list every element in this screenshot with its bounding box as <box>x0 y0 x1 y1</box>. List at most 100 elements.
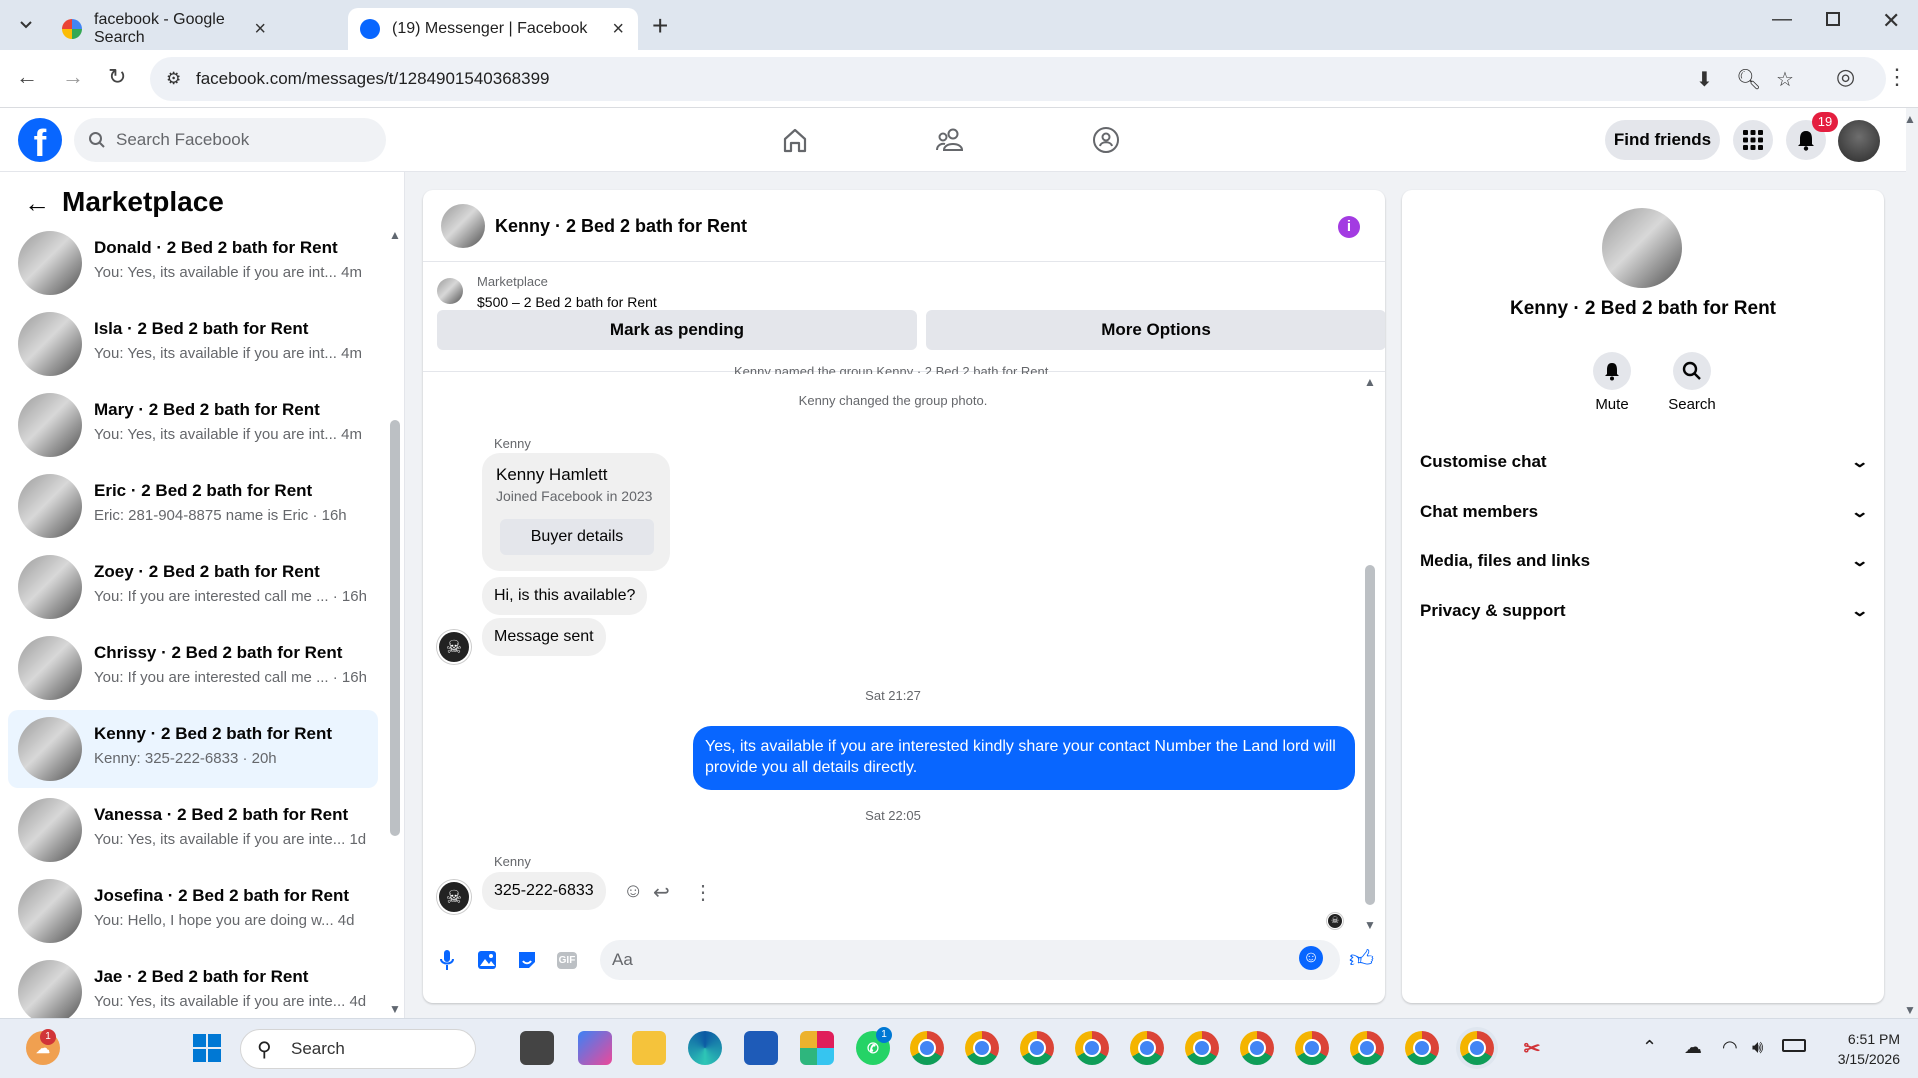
conversation-item[interactable]: Josefina · 2 Bed 2 bath for Rent You: Hel… <box>8 872 378 950</box>
system-clock[interactable]: 6:51 PM 3/15/2026 <box>1830 1029 1900 1069</box>
scroll-up-icon[interactable]: ▲ <box>1364 375 1376 389</box>
page-scroll-down-icon[interactable]: ▼ <box>1904 1003 1916 1017</box>
message-input[interactable]: Aa <box>600 940 1340 980</box>
omnibox[interactable]: ⚙ facebook.com/messages/t/12849015403683… <box>150 57 1886 101</box>
minimize-button[interactable]: — <box>1772 8 1792 31</box>
chat-scrollbar[interactable] <box>1365 565 1375 905</box>
nav-home[interactable] <box>775 122 815 158</box>
conversation-item[interactable]: Kenny · 2 Bed 2 bath for Rent Kenny: 325-… <box>8 710 378 788</box>
info-icon[interactable]: i <box>1338 216 1360 238</box>
conversation-item[interactable]: Zoey · 2 Bed 2 bath for Rent You: If you … <box>8 548 378 626</box>
back-icon[interactable]: ← <box>16 64 38 90</box>
chat-title[interactable]: Kenny · 2 Bed 2 bath for Rent <box>495 216 747 237</box>
conversation-item[interactable]: Eric · 2 Bed 2 bath for Rent Eric: 281-90… <box>8 467 378 545</box>
back-arrow-icon[interactable]: ← <box>24 188 50 219</box>
snipping-tool-icon[interactable]: ✂ <box>1515 1031 1549 1065</box>
find-friends-button[interactable]: Find friends <box>1605 120 1720 160</box>
taskbar-search[interactable]: ⚲ Search <box>240 1029 476 1069</box>
store-icon[interactable] <box>744 1031 778 1065</box>
chat-avatar[interactable] <box>441 204 485 248</box>
nav-friends[interactable] <box>930 122 970 158</box>
scroll-down-icon[interactable]: ▼ <box>389 1002 401 1016</box>
chrome-icon[interactable] <box>1185 1031 1219 1065</box>
buyer-details-button[interactable]: Buyer details <box>500 519 654 555</box>
media-files-links-section[interactable]: Media, files and links ⌄ <box>1420 541 1869 581</box>
new-tab-button[interactable]: + <box>652 10 668 42</box>
incoming-message[interactable]: Hi, is this available? <box>482 577 648 615</box>
wifi-icon[interactable]: ◠ <box>1722 1037 1738 1058</box>
chrome-icon[interactable] <box>1240 1031 1274 1065</box>
file-explorer-icon[interactable] <box>632 1031 666 1065</box>
facebook-search-input[interactable]: Search Facebook <box>74 118 386 162</box>
close-tab-icon[interactable]: × <box>612 18 624 41</box>
conversation-item[interactable]: Isla · 2 Bed 2 bath for Rent You: Yes, it… <box>8 305 378 383</box>
gif-icon[interactable]: GIF <box>555 948 579 972</box>
chrome-icon[interactable] <box>1130 1031 1164 1065</box>
listing-title[interactable]: $500 – 2 Bed 2 bath for Rent <box>477 294 657 310</box>
tab-messenger[interactable]: (19) Messenger | Facebook × <box>348 8 638 50</box>
conversation-item[interactable]: Chrissy · 2 Bed 2 bath for Rent You: If y… <box>8 629 378 707</box>
incoming-message[interactable]: Message sent <box>482 618 606 656</box>
outgoing-message[interactable]: Yes, its available if you are interested… <box>693 726 1355 790</box>
onedrive-icon[interactable]: ☁ <box>1684 1037 1702 1058</box>
conversation-item[interactable]: Vanessa · 2 Bed 2 bath for Rent You: Yes,… <box>8 791 378 869</box>
facebook-logo[interactable]: f <box>18 118 62 162</box>
more-options-button[interactable]: More Options <box>926 310 1385 350</box>
listing-thumbnail[interactable] <box>437 278 463 304</box>
battery-icon[interactable] <box>1782 1039 1806 1052</box>
forward-icon[interactable]: → <box>62 64 84 90</box>
restore-button[interactable] <box>1826 12 1840 26</box>
profile-avatar[interactable] <box>1838 120 1880 162</box>
customise-chat-section[interactable]: Customise chat ⌄ <box>1420 442 1869 482</box>
nav-groups[interactable] <box>1086 122 1126 158</box>
install-app-icon[interactable]: ⬇ <box>1696 67 1713 92</box>
group-avatar[interactable] <box>1602 208 1682 288</box>
bookmark-star-icon[interactable]: ☆ <box>1776 67 1794 92</box>
copilot-icon[interactable] <box>578 1031 612 1065</box>
sender-avatar[interactable]: ☠ <box>437 880 471 914</box>
volume-icon[interactable]: 🔊︎ <box>1752 1037 1763 1058</box>
search-in-chat-button[interactable]: Search <box>1660 352 1724 413</box>
close-window-button[interactable]: ✕ <box>1882 8 1900 34</box>
emoji-icon[interactable]: ☺ <box>1299 946 1323 970</box>
mark-as-pending-button[interactable]: Mark as pending <box>437 310 917 350</box>
sender-avatar[interactable]: ☠ <box>437 630 471 664</box>
more-actions-icon[interactable]: ⋮ <box>693 880 713 905</box>
attach-media-icon[interactable] <box>475 948 499 972</box>
profile-icon[interactable]: ◎ <box>1836 64 1855 90</box>
chrome-icon[interactable] <box>1075 1031 1109 1065</box>
menu-kebab-icon[interactable]: ⋮ <box>1886 64 1908 90</box>
scroll-up-icon[interactable]: ▲ <box>389 228 401 242</box>
react-icon[interactable]: ☺ <box>623 880 643 903</box>
chrome-icon[interactable] <box>965 1031 999 1065</box>
chrome-icon[interactable] <box>1350 1031 1384 1065</box>
tab-google-search[interactable]: facebook - Google Search × <box>50 8 280 50</box>
chat-members-section[interactable]: Chat members ⌄ <box>1420 492 1869 532</box>
url-text[interactable]: facebook.com/messages/t/1284901540368399 <box>196 69 549 89</box>
chrome-icon[interactable] <box>1020 1031 1054 1065</box>
thumbs-up-icon[interactable]: 👍︎ <box>1349 946 1374 974</box>
voice-clip-icon[interactable] <box>435 948 459 972</box>
conversation-item[interactable]: Mary · 2 Bed 2 bath for Rent You: Yes, it… <box>8 386 378 464</box>
conversation-item[interactable]: Jae · 2 Bed 2 bath for Rent You: Yes, its… <box>8 953 378 1018</box>
chrome-icon[interactable] <box>1405 1031 1439 1065</box>
chrome-icon[interactable] <box>910 1031 944 1065</box>
sidebar-scrollbar[interactable] <box>390 420 400 836</box>
chrome-icon-active[interactable] <box>1460 1031 1494 1065</box>
tab-search-dropdown[interactable] <box>12 12 40 38</box>
slack-icon[interactable] <box>800 1031 834 1065</box>
sticker-icon[interactable] <box>515 948 539 972</box>
page-scroll-up-icon[interactable]: ▲ <box>1904 112 1916 126</box>
site-info-icon[interactable]: ⚙ <box>166 69 181 89</box>
conversation-item[interactable]: Donald · 2 Bed 2 bath for Rent You: Yes, … <box>8 224 378 302</box>
zoom-icon[interactable]: 🔍︎ <box>1736 67 1761 92</box>
privacy-support-section[interactable]: Privacy & support ⌄ <box>1420 591 1869 631</box>
reload-icon[interactable]: ↻ <box>108 64 126 90</box>
task-view-icon[interactable] <box>520 1031 554 1065</box>
reply-icon[interactable]: ↩ <box>653 880 670 905</box>
show-hidden-icons[interactable]: ⌃ <box>1642 1037 1657 1058</box>
menu-grid-button[interactable] <box>1733 120 1773 160</box>
close-tab-icon[interactable]: × <box>254 18 266 41</box>
mute-button[interactable]: Mute <box>1580 352 1644 413</box>
start-button[interactable] <box>190 1031 224 1065</box>
